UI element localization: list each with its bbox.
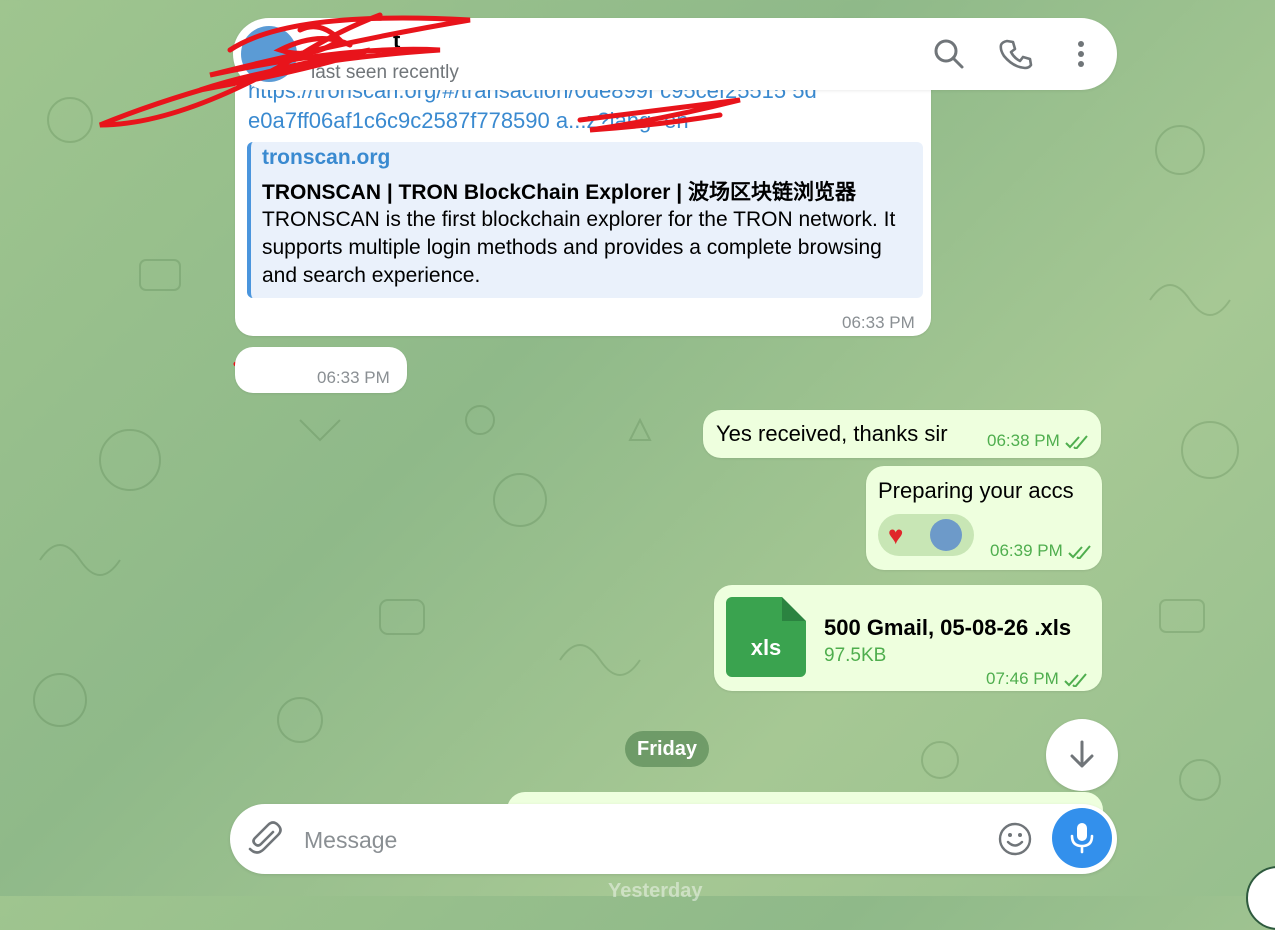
message-outgoing[interactable]: Yes received, thanks sir 06:38 PM <box>703 410 1101 458</box>
scroll-to-bottom-button[interactable] <box>1046 719 1118 791</box>
preview-site: tronscan.org <box>262 146 391 169</box>
message-text: Yes received, thanks sir <box>716 421 948 446</box>
paperclip-icon[interactable] <box>246 820 284 858</box>
message-time: 07:46 PM <box>986 669 1090 689</box>
phone-icon[interactable] <box>998 36 1034 72</box>
double-check-icon <box>1063 672 1087 687</box>
message-time: 06:33 PM <box>317 368 390 387</box>
preview-title: TRONSCAN | TRON BlockChain Explorer | 波场… <box>262 181 856 204</box>
message-input[interactable] <box>302 822 986 858</box>
xls-file-icon[interactable]: xls <box>726 597 806 677</box>
file-name[interactable]: 500 Gmail, 05-08-26 .xls <box>824 615 1071 641</box>
avatar[interactable] <box>241 26 297 82</box>
chat-header: t last seen recently <box>233 18 1117 90</box>
message-reactions[interactable]: ♥ <box>878 514 974 556</box>
link-preview-card[interactable]: tronscan.org TRONSCAN | TRON BlockChain … <box>247 142 923 298</box>
date-separator: Friday <box>625 731 710 767</box>
message-outgoing[interactable]: Preparing your accs ♥ 06:39 PM <box>866 466 1102 570</box>
message-file[interactable]: xls 500 Gmail, 05-08-26 .xls 97.5KB 07:4… <box>714 585 1102 691</box>
double-check-icon <box>1067 544 1091 559</box>
url-line-2[interactable]: e0a7ff06af1c6c9c2587f778590 a...z?lang=e… <box>248 106 928 136</box>
preview-description: TRONSCAN is the first blockchain explore… <box>262 208 896 287</box>
reaction-user-avatar[interactable] <box>930 519 962 551</box>
message-link-preview[interactable]: https://tronscan.org/#/transaction/0de89… <box>235 70 931 336</box>
chat-title[interactable]: t <box>393 28 400 54</box>
message-text: Preparing your accs <box>878 478 1074 503</box>
heart-emoji[interactable]: ♥ <box>888 520 903 550</box>
message-time: 06:38 PM <box>987 431 1091 451</box>
message-redacted[interactable]: 06:33 PM <box>235 347 407 393</box>
file-size: 97.5KB <box>824 645 887 666</box>
emoji-icon[interactable] <box>996 820 1034 858</box>
microphone-icon <box>1070 823 1094 854</box>
chat-status: last seen recently <box>311 62 459 83</box>
date-separator-bottom: Yesterday <box>608 880 703 902</box>
file-extension: xls <box>750 635 782 660</box>
double-check-icon <box>1064 434 1088 449</box>
voice-message-button[interactable] <box>1052 808 1112 868</box>
message-time: 06:39 PM <box>990 541 1094 561</box>
message-time: 06:33 PM <box>842 313 915 332</box>
message-composer <box>230 804 1117 874</box>
search-icon[interactable] <box>931 36 967 72</box>
more-options-icon[interactable] <box>1063 36 1099 72</box>
arrow-down-icon <box>1070 740 1094 768</box>
